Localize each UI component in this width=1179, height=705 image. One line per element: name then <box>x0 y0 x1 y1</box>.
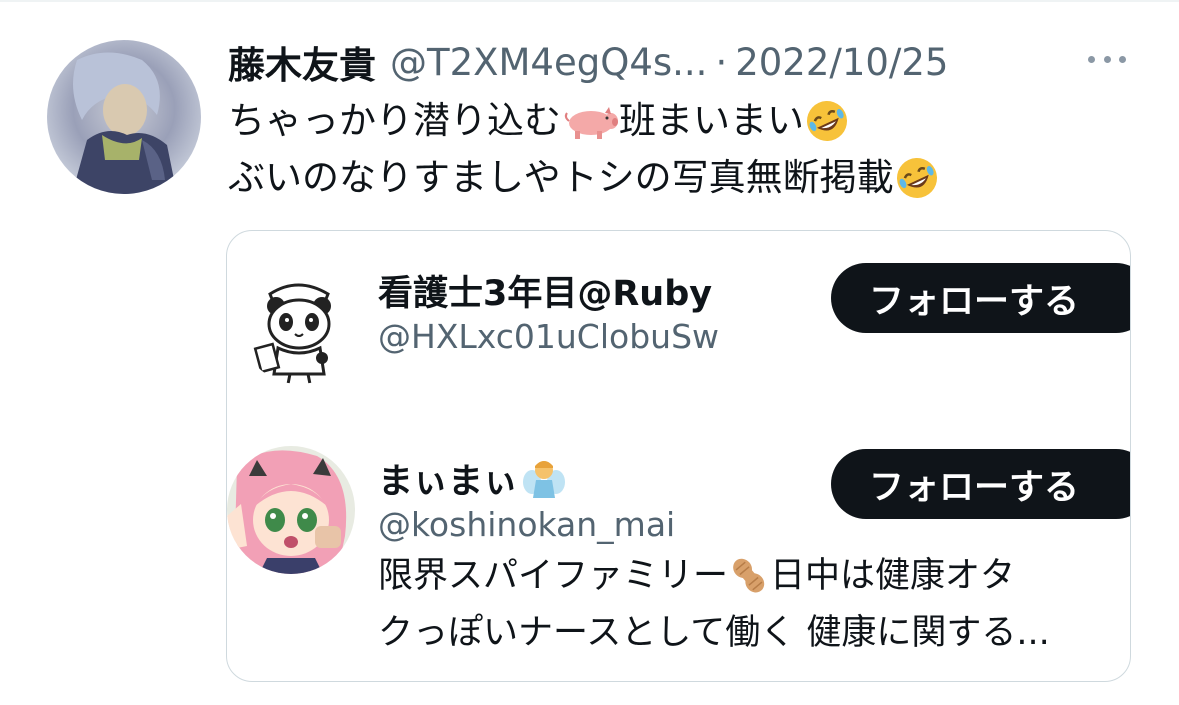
more-icon <box>1088 55 1095 63</box>
user-name-text: まぃまぃ <box>378 461 519 502</box>
tweet-text-line-1: ちゃっかり潜り込む 班まいまい <box>228 93 850 149</box>
user-bio-text: 日中は健康オタ <box>770 556 1016 596</box>
user-handle-ruby[interactable]: @HXLxc01uClobuSw <box>378 314 719 360</box>
user-bio-line-1: 限界スパイファミリー 日中は健康オタ <box>378 549 1015 603</box>
rofl-emoji-icon <box>896 158 937 198</box>
author-name[interactable]: 藤木友貴 <box>228 35 376 89</box>
header-separator: · <box>715 40 728 84</box>
more-icon-dot <box>1119 55 1126 63</box>
user-avatar-ruby[interactable] <box>240 266 358 384</box>
pig-emoji-icon <box>564 107 618 139</box>
tweet-header: 藤木友貴 @T2XM4egQ4s... · 2022/10/25 <box>228 34 1148 90</box>
author-handle[interactable]: @T2XM4egQ4s... <box>390 41 707 84</box>
user-handle-mai[interactable]: @koshinokan_mai <box>378 502 675 548</box>
tweet-text: 班まいまい <box>619 99 804 142</box>
user-bio-line-2: クっぽいナースとして働く 健康に関する... <box>378 613 1050 653</box>
rofl-emoji-icon <box>807 101 847 141</box>
follow-button-ruby[interactable]: フォローする <box>831 263 1130 333</box>
follow-button-mai[interactable]: フォローする <box>831 449 1130 519</box>
user-avatar-mai[interactable] <box>227 446 355 574</box>
tweet-text: ちゃっかり潜り込む <box>228 99 561 142</box>
fairy-emoji-icon <box>523 461 566 498</box>
user-name-mai[interactable]: まぃまぃ <box>378 453 566 503</box>
suggested-users-card: 看護士3年目@Ruby @HXLxc01uClobuSw フォローする まぃまぃ <box>226 230 1131 682</box>
more-icon-dot <box>1103 55 1111 63</box>
top-divider <box>0 0 1179 2</box>
tweet-text-line-2: ぶいのなりすましやトシの写真無断掲載 <box>228 150 940 206</box>
tweet-date[interactable]: 2022/10/25 <box>735 41 948 84</box>
tweet-text: ぶいのなりすましやトシの写真無断掲載 <box>228 156 894 199</box>
author-avatar[interactable] <box>47 40 201 194</box>
peanut-emoji-icon <box>733 558 765 593</box>
user-name-ruby[interactable]: 看護士3年目@Ruby <box>378 265 712 315</box>
user-bio-text: 限界スパイファミリー <box>378 556 729 596</box>
more-button[interactable] <box>1084 44 1130 74</box>
